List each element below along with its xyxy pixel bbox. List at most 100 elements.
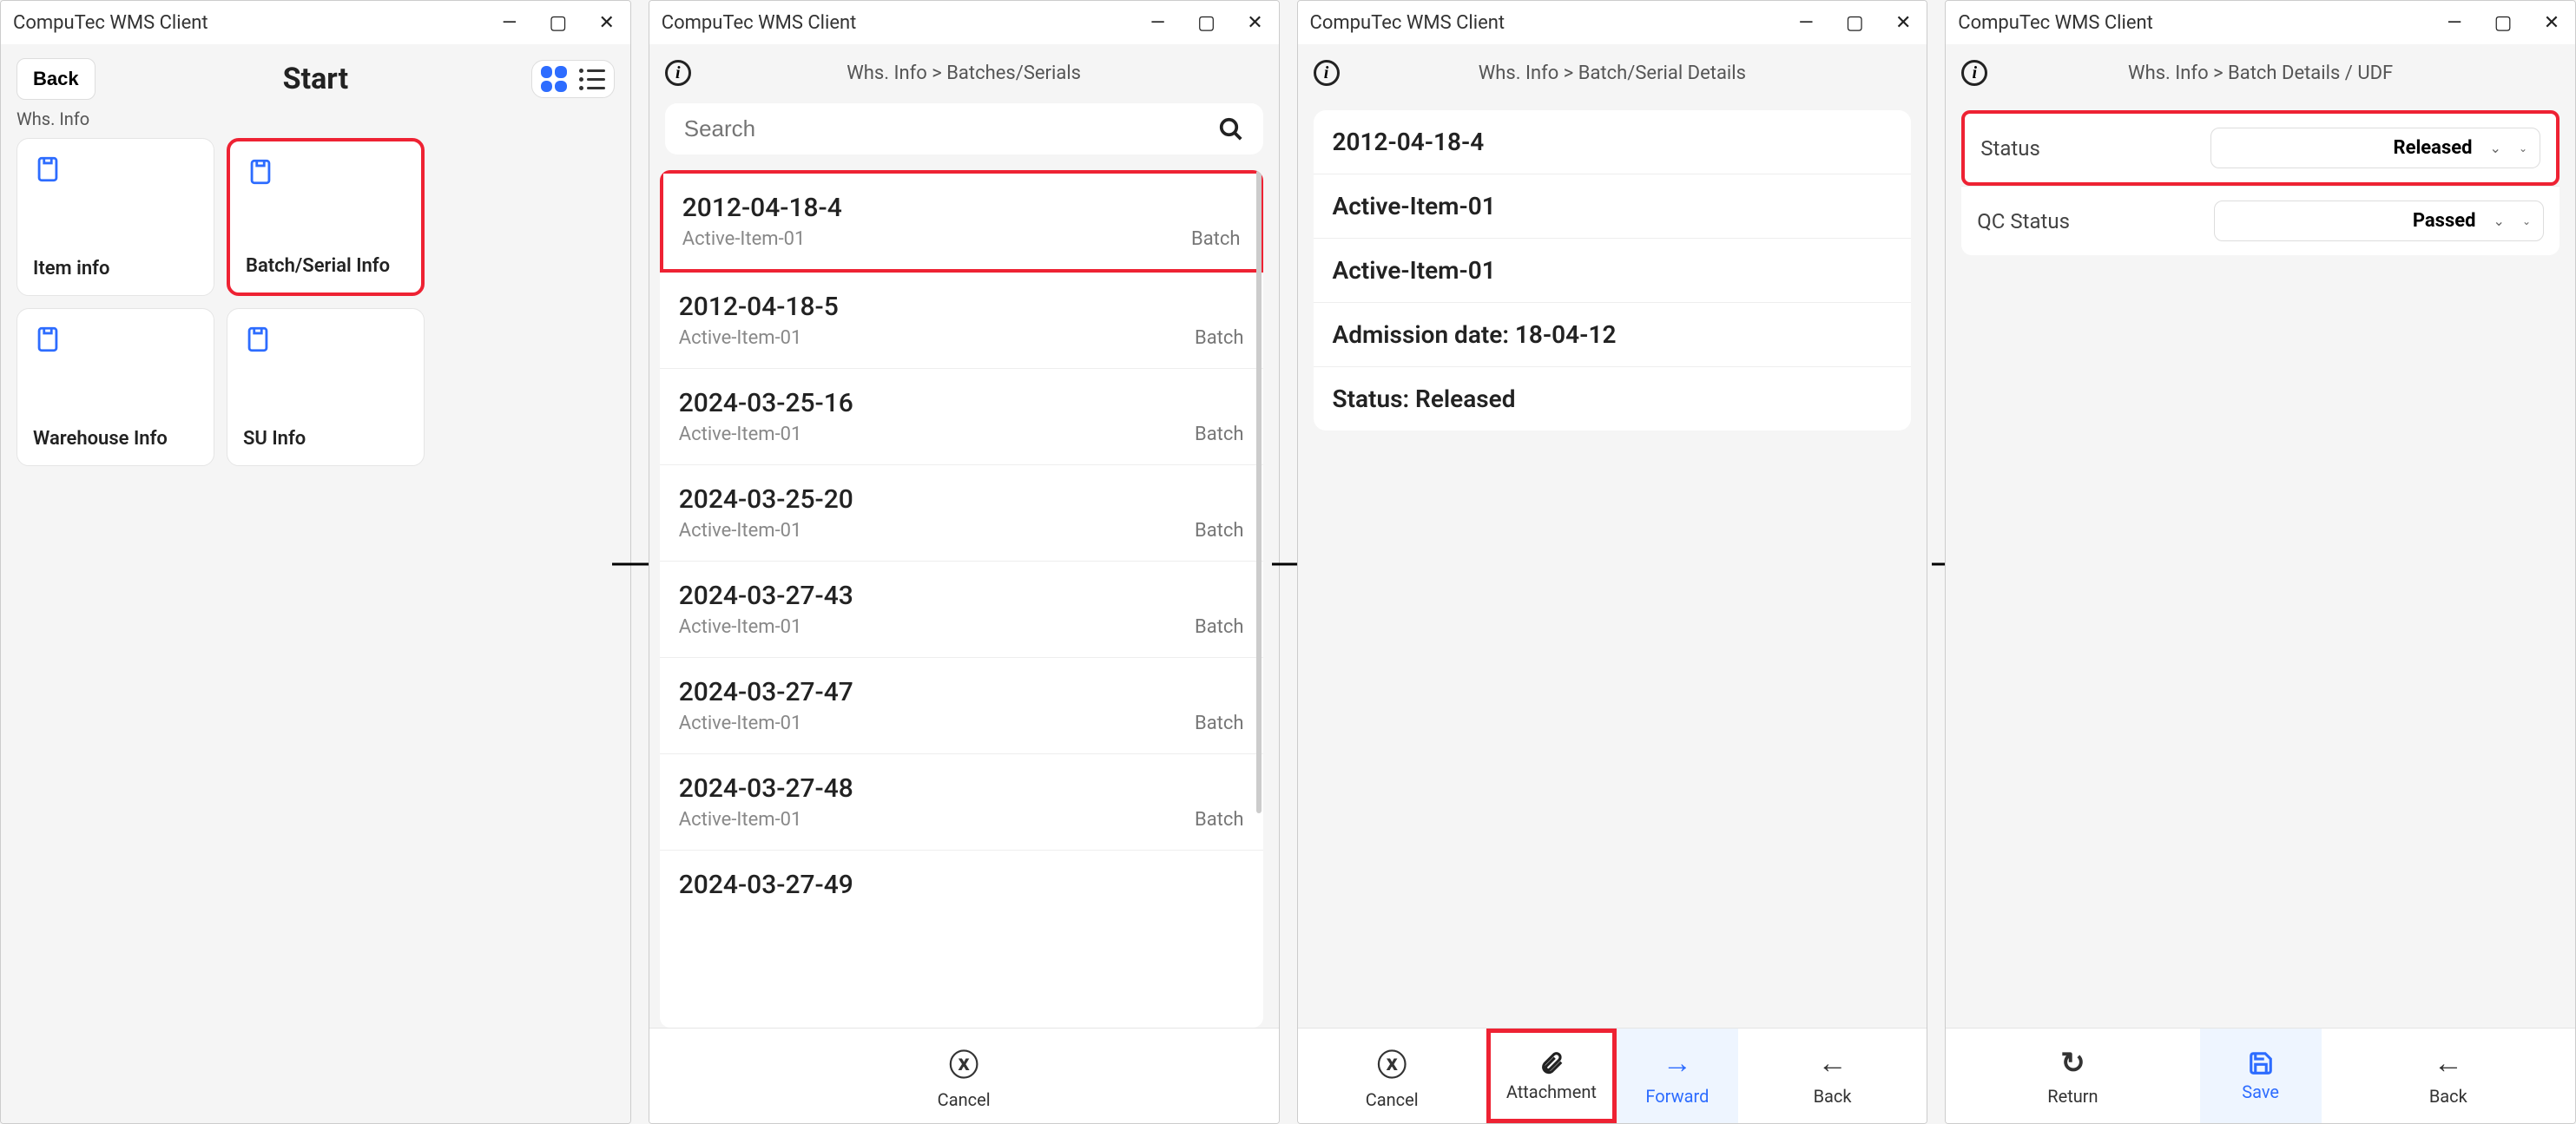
search-icon[interactable] <box>1218 116 1244 142</box>
tile-label: SU Info <box>243 428 408 450</box>
list-item[interactable]: 2024-03-25-20 Active-Item-01 Batch <box>660 465 1263 562</box>
list-item-tag: Batch <box>1195 713 1244 734</box>
tile-grid: Item info Batch/Serial Info Warehouse In… <box>1 138 630 466</box>
detail-card: 2012-04-18-4 Active-Item-01 Active-Item-… <box>1314 110 1912 431</box>
clipboard-icon <box>246 157 275 187</box>
forward-button[interactable]: → Forward <box>1617 1029 1738 1123</box>
list-item-sub: Active-Item-01 <box>679 520 853 542</box>
save-button[interactable]: Save <box>2200 1029 2322 1123</box>
section-label: Whs. Info <box>1 107 630 138</box>
detail-row: 2012-04-18-4 <box>1314 110 1912 174</box>
tile-label: Batch/Serial Info <box>246 255 405 277</box>
list-item[interactable]: 2012-04-18-5 Active-Item-01 Batch <box>660 273 1263 369</box>
tile-su-info[interactable]: SU Info <box>227 308 425 466</box>
maximize-icon[interactable]: ▢ <box>1196 11 1218 34</box>
info-icon[interactable]: i <box>665 60 691 86</box>
list-item[interactable]: 2012-04-18-4 Active-Item-01 Batch <box>660 170 1263 273</box>
list-item-tag: Batch <box>1191 228 1241 250</box>
clipboard-icon <box>243 325 273 354</box>
chevron-down-icon: ⌄ <box>2494 213 2505 229</box>
window-batches-list: CompuTec WMS Client — ▢ ✕ i Whs. Info > … <box>649 0 1280 1124</box>
list-item-sub: Active-Item-01 <box>679 809 853 831</box>
detail-row: Admission date: 18-04-12 <box>1314 303 1912 367</box>
list-item-id: 2024-03-27-43 <box>679 581 853 611</box>
paperclip-icon <box>1538 1050 1565 1076</box>
back-button[interactable]: ← Back <box>1738 1029 1927 1123</box>
search-field[interactable] <box>665 103 1263 154</box>
list-item[interactable]: 2024-03-27-47 Active-Item-01 Batch <box>660 658 1263 754</box>
list-item[interactable]: 2024-03-27-48 Active-Item-01 Batch <box>660 754 1263 851</box>
list-item-sub: Active-Item-01 <box>682 228 842 250</box>
close-icon[interactable]: ✕ <box>1892 11 1914 34</box>
maximize-icon[interactable]: ▢ <box>1843 11 1866 34</box>
close-icon[interactable]: ✕ <box>1244 11 1267 34</box>
list-item-sub: Active-Item-01 <box>679 424 853 445</box>
back-button[interactable]: Back <box>16 58 96 100</box>
breadcrumb: Whs. Info > Batch/Serial Details <box>1479 62 1746 84</box>
qc-status-dropdown[interactable]: Passed ⌄ ⌄ <box>2214 200 2544 241</box>
grid-view-icon[interactable] <box>541 66 567 92</box>
field-label: QC Status <box>1977 209 2070 233</box>
footer-label: Cancel <box>1366 1089 1419 1110</box>
field-card: QC Status Passed ⌄ ⌄ <box>1961 186 2560 255</box>
titlebar: CompuTec WMS Client — ▢ ✕ <box>1946 1 2575 44</box>
app-title: CompuTec WMS Client <box>1310 12 1505 34</box>
list-item-tag: Batch <box>1195 424 1244 445</box>
maximize-icon[interactable]: ▢ <box>547 11 570 34</box>
list-item-sub: Active-Item-01 <box>679 713 853 734</box>
info-icon[interactable]: i <box>1961 60 1987 86</box>
tile-item-info[interactable]: Item info <box>16 138 214 296</box>
minimize-icon[interactable]: — <box>498 11 521 34</box>
return-button[interactable]: ↻ Return <box>1946 1029 2199 1123</box>
close-icon[interactable]: ✕ <box>596 11 618 34</box>
list-item-id: 2012-04-18-4 <box>682 193 842 223</box>
list-item-id: 2024-03-27-48 <box>679 773 853 804</box>
list-item-tag: Batch <box>1195 520 1244 542</box>
detail-row: Active-Item-01 <box>1314 174 1912 239</box>
tile-warehouse-info[interactable]: Warehouse Info <box>16 308 214 466</box>
titlebar: CompuTec WMS Client — ▢ ✕ <box>649 1 1279 44</box>
detail-row: Status: Released <box>1314 367 1912 431</box>
breadcrumb: Whs. Info > Batch Details / UDF <box>2128 62 2393 84</box>
attachment-button[interactable]: Attachment <box>1486 1029 1617 1123</box>
arrow-right-icon: → <box>1663 1046 1692 1081</box>
tile-label: Item info <box>33 258 198 279</box>
view-toggle[interactable] <box>531 60 615 98</box>
footer-label: Back <box>1814 1086 1852 1107</box>
tile-label: Warehouse Info <box>33 428 198 450</box>
cancel-button[interactable]: ⓧ Cancel <box>649 1029 1279 1123</box>
list-item-tag: Batch <box>1195 809 1244 831</box>
list-item-id: 2024-03-25-20 <box>679 484 853 515</box>
refresh-icon: ↻ <box>2060 1046 2085 1081</box>
window-batch-details: CompuTec WMS Client — ▢ ✕ i Whs. Info > … <box>1297 0 1928 1124</box>
maximize-icon[interactable]: ▢ <box>2492 11 2514 34</box>
status-dropdown[interactable]: Released ⌄ ⌄ <box>2210 128 2540 168</box>
save-icon <box>2248 1050 2274 1076</box>
minimize-icon[interactable]: — <box>2443 11 2466 34</box>
minimize-icon[interactable]: — <box>1795 11 1817 34</box>
list-item-tag: Batch <box>1195 327 1244 349</box>
list-item-id: 2024-03-25-16 <box>679 388 853 418</box>
list-item[interactable]: 2024-03-25-16 Active-Item-01 Batch <box>660 369 1263 465</box>
detail-row: Active-Item-01 <box>1314 239 1912 303</box>
footer: ↻ Return Save ← Back <box>1946 1028 2575 1123</box>
titlebar: CompuTec WMS Client — ▢ ✕ <box>1298 1 1927 44</box>
scrollbar[interactable] <box>1256 170 1262 813</box>
dropdown-value: Released <box>2394 137 2473 159</box>
chevron-down-icon: ⌄ <box>2522 215 2531 227</box>
back-button[interactable]: ← Back <box>2322 1029 2575 1123</box>
cancel-button[interactable]: ⓧ Cancel <box>1298 1029 1486 1123</box>
footer-label: Cancel <box>938 1089 991 1110</box>
close-icon[interactable]: ✕ <box>2540 11 2563 34</box>
minimize-icon[interactable]: — <box>1147 11 1169 34</box>
app-title: CompuTec WMS Client <box>13 12 208 34</box>
info-icon[interactable]: i <box>1314 60 1340 86</box>
tile-batch-serial-info[interactable]: Batch/Serial Info <box>227 138 425 296</box>
list-item[interactable]: 2024-03-27-43 Active-Item-01 Batch <box>660 562 1263 658</box>
cancel-icon: ⓧ <box>949 1042 978 1084</box>
field-card: Status Released ⌄ ⌄ <box>1961 110 2560 186</box>
list-item[interactable]: 2024-03-27-49 <box>660 851 1263 919</box>
search-input[interactable] <box>684 115 1218 142</box>
list-view-icon[interactable] <box>579 66 605 92</box>
field-label: Status <box>1980 136 2040 161</box>
